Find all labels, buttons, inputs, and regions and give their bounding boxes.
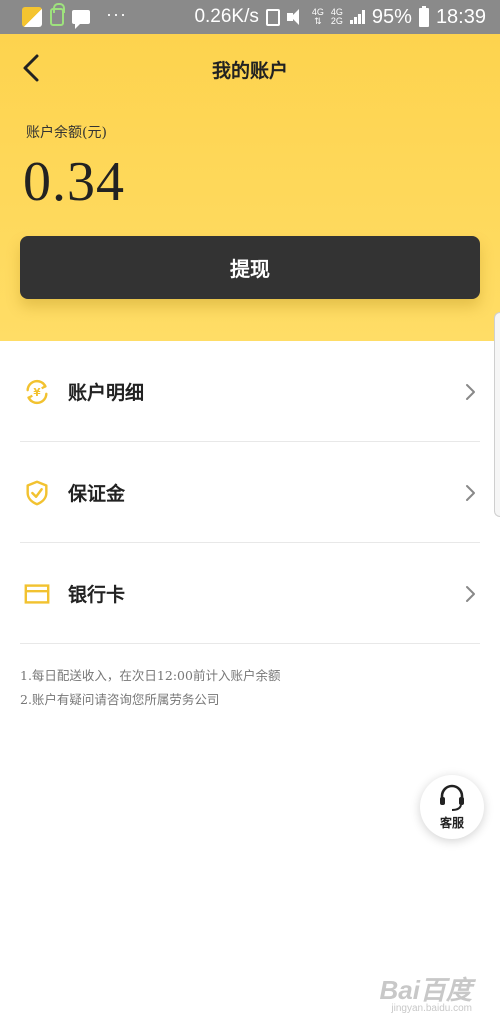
watermark-domain: jingyan.baidu.com — [391, 1003, 472, 1014]
network-type-1: 4G ⇅ — [311, 7, 324, 26]
battery-icon — [418, 5, 429, 27]
note-line: 2.账户有疑问请咨询您所属劳务公司 — [20, 692, 220, 707]
divider — [20, 643, 480, 644]
headset-icon — [440, 784, 464, 811]
menu-item-account-details[interactable]: ¥ 账户明细 — [0, 341, 500, 442]
yuan-refresh-icon: ¥ — [23, 378, 51, 406]
card-icon — [23, 580, 51, 608]
baidu-watermark: Bai百度 jingyan.baidu.com — [380, 970, 472, 1014]
menu-item-deposit[interactable]: 保证金 — [0, 442, 500, 543]
watermark-brand: Bai百度 — [379, 975, 472, 1005]
customer-service-button[interactable]: 客服 — [420, 775, 484, 839]
menu-item-bank-card[interactable]: 银行卡 — [0, 543, 500, 644]
balance-label: 账户余额(元) — [26, 125, 107, 141]
more-notifications-icon: ··· — [106, 3, 127, 24]
balance-value: 0.34 — [23, 151, 125, 213]
withdraw-button[interactable]: 提现 — [20, 236, 480, 299]
mute-icon — [286, 9, 305, 25]
clock: 18:39 — [435, 5, 486, 28]
app-notification-icon — [22, 7, 42, 27]
notes: 1.每日配送收入，在次日12:00前计入账户余额 2.账户有疑问请咨询您所属劳务… — [20, 664, 280, 712]
chevron-right-icon — [466, 383, 475, 400]
note-line: 1.每日配送收入，在次日12:00前计入账户余额 — [20, 668, 281, 683]
menu-item-label: 保证金 — [68, 483, 126, 505]
svg-text:¥: ¥ — [33, 387, 41, 399]
message-icon — [72, 10, 90, 29]
menu-item-label: 账户明细 — [68, 382, 145, 404]
account-header: 我的账户 账户余额(元) 0.34 提现 — [0, 34, 500, 341]
network-type-2: 4G 2G — [330, 7, 343, 26]
signal-icon — [349, 10, 365, 24]
network-speed: 0.26K/s — [194, 6, 259, 27]
data-saver-icon — [265, 8, 280, 26]
menu-item-label: 银行卡 — [68, 584, 126, 606]
chevron-right-icon — [466, 585, 475, 602]
lock-icon — [50, 3, 65, 26]
page-title: 我的账户 — [211, 60, 288, 82]
status-bar: ··· 0.26K/s 4G ⇅ 4G 2G 95% 18:39 — [0, 0, 500, 34]
chevron-right-icon — [466, 484, 475, 501]
battery-percent: 95% — [371, 5, 412, 28]
customer-service-label: 客服 — [439, 815, 464, 830]
shield-check-icon — [23, 479, 51, 507]
account-menu: ¥ 账户明细 保证金 银行卡 — [0, 341, 500, 644]
